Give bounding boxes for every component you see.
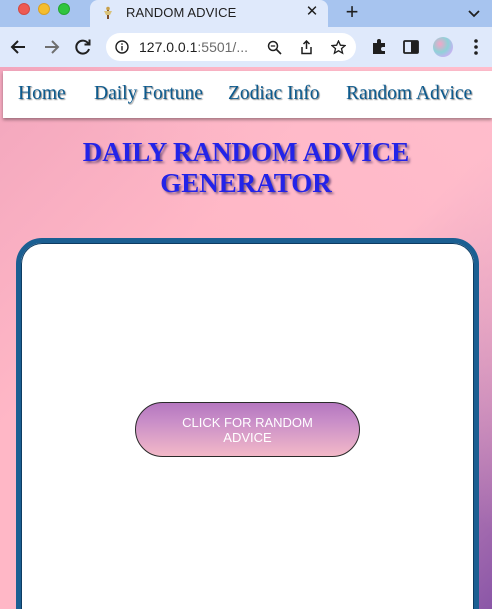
browser-toolbar: 127.0.0.1:5501/... xyxy=(0,27,492,67)
back-arrow-icon[interactable] xyxy=(9,37,29,57)
nav-link-zodiac-info[interactable]: Zodiac Info xyxy=(228,83,320,105)
nav-link-random-advice[interactable]: Random Advice xyxy=(346,83,472,105)
extensions-puzzle-icon[interactable] xyxy=(369,37,389,57)
url-host: 127.0.0.1 xyxy=(139,39,198,55)
page-title: DAILY RANDOM ADVICE GENERATOR xyxy=(0,137,492,199)
page-viewport: Home Daily Fortune Zodiac Info Random Ad… xyxy=(0,67,492,609)
page-title-line-1: DAILY RANDOM ADVICE xyxy=(82,137,410,167)
forward-arrow-icon[interactable] xyxy=(41,37,61,57)
url-text[interactable]: 127.0.0.1:5501/... xyxy=(139,39,248,55)
random-advice-button[interactable]: CLICK FOR RANDOM ADVICE xyxy=(135,402,360,457)
more-menu-icon[interactable] xyxy=(468,37,484,57)
tab-close-icon[interactable]: ✕ xyxy=(304,4,320,20)
tab-favicon-icon xyxy=(104,6,112,19)
new-tab-button[interactable]: + xyxy=(342,1,362,23)
nav-link-home[interactable]: Home xyxy=(18,83,66,105)
browser-tab-bar: RANDOM ADVICE ✕ + xyxy=(0,0,492,27)
tab-title: RANDOM ADVICE xyxy=(126,5,237,20)
window-minimize-button[interactable] xyxy=(38,3,50,15)
nav-link-daily-fortune[interactable]: Daily Fortune xyxy=(94,83,203,105)
page-title-line-2: GENERATOR xyxy=(160,168,332,198)
window-close-button[interactable] xyxy=(18,3,30,15)
profile-avatar-icon[interactable] xyxy=(433,37,453,57)
site-info-icon[interactable] xyxy=(115,40,129,54)
window-zoom-button[interactable] xyxy=(58,3,70,15)
zoom-icon[interactable] xyxy=(267,40,282,55)
tab-list-chevron-icon[interactable] xyxy=(466,5,482,21)
address-bar[interactable]: 127.0.0.1:5501/... xyxy=(106,33,356,61)
side-panel-icon[interactable] xyxy=(401,37,421,57)
site-navbar: Home Daily Fortune Zodiac Info Random Ad… xyxy=(3,71,492,118)
bookmark-star-icon[interactable] xyxy=(331,40,346,55)
reload-icon[interactable] xyxy=(73,37,93,57)
browser-tab[interactable]: RANDOM ADVICE ✕ xyxy=(90,0,328,27)
share-icon[interactable] xyxy=(299,40,314,55)
url-path: :5501/... xyxy=(197,39,248,55)
